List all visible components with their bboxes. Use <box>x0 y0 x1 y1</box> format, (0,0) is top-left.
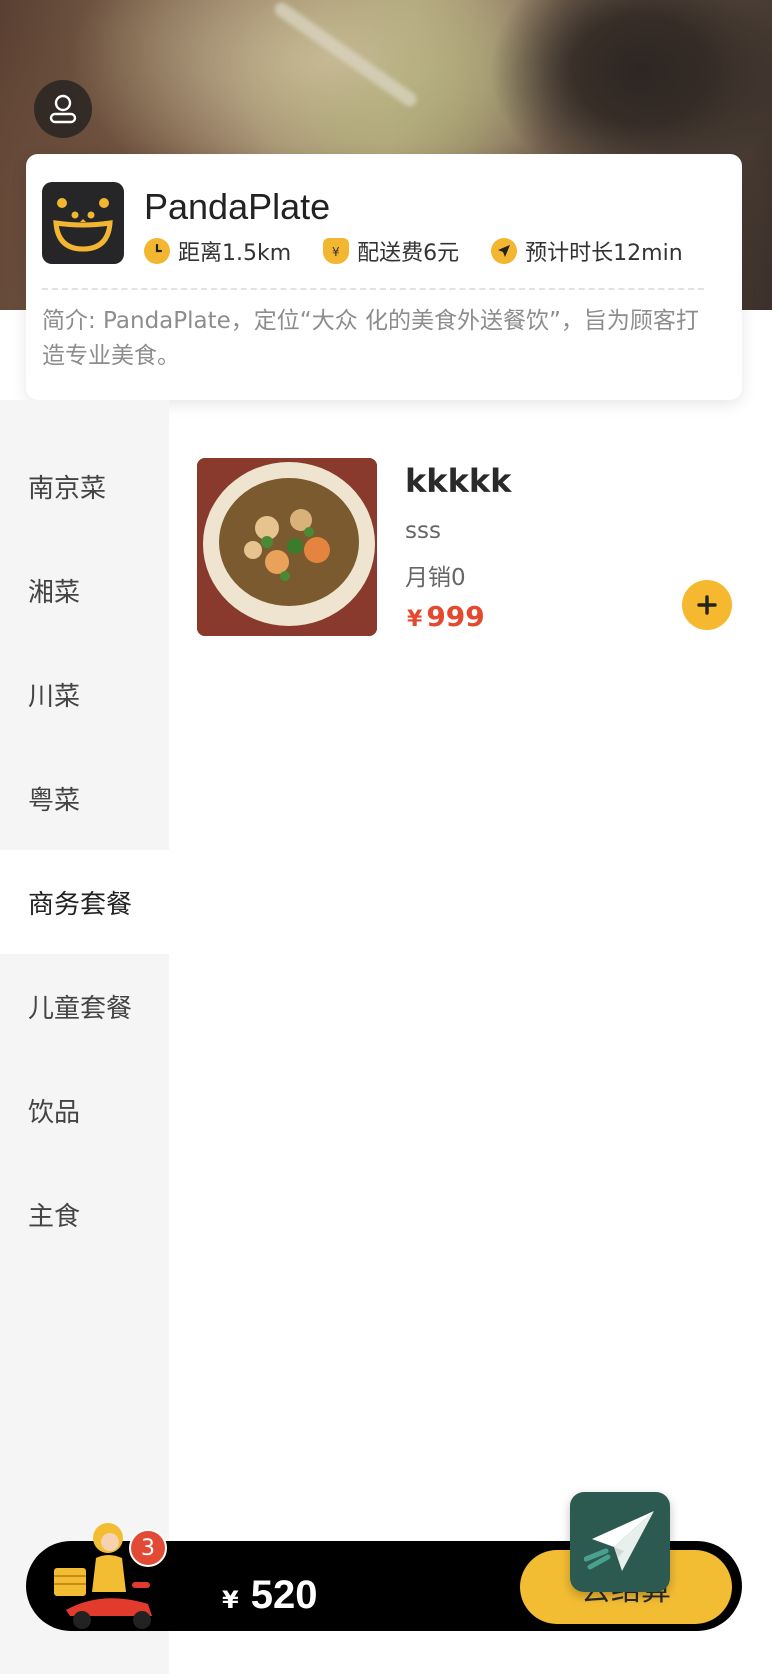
user-button[interactable] <box>34 80 92 138</box>
distance-info: 距离1.5km <box>144 235 291 267</box>
shop-logo <box>42 182 124 264</box>
currency-symbol: ¥ <box>407 607 423 632</box>
category-label: 川菜 <box>28 681 81 712</box>
category-label: 粤菜 <box>28 785 81 816</box>
cart-count-badge: 3 <box>129 1529 167 1567</box>
hero-decoration <box>271 0 420 109</box>
category-label: 主食 <box>28 1201 81 1232</box>
distance-text: 距离1.5km <box>178 241 292 266</box>
category-label: 饮品 <box>28 1097 81 1128</box>
floating-send-button[interactable] <box>570 1492 670 1592</box>
plus-icon <box>697 595 717 615</box>
category-item[interactable]: 饮品 <box>0 1058 169 1162</box>
category-sidebar: 南京菜 湘菜 川菜 粤菜 商务套餐 儿童套餐 饮品 主食 <box>0 400 169 1674</box>
paper-plane-icon <box>584 1511 654 1571</box>
category-item-active[interactable]: 商务套餐 <box>0 850 169 954</box>
dish-monthly-sales: 月销0 <box>405 565 466 591</box>
price-value: 999 <box>426 600 485 633</box>
currency-symbol: ¥ <box>222 1586 239 1614</box>
dish-image <box>197 458 377 636</box>
category-label: 湘菜 <box>28 577 81 608</box>
category-item[interactable]: 南京菜 <box>0 434 169 538</box>
category-item[interactable]: 粤菜 <box>0 746 169 850</box>
cart-total-value: 520 <box>250 1573 318 1617</box>
svg-text:¥: ¥ <box>332 245 340 259</box>
shop-meta-row: 距离1.5km ¥ 配送费6元 预计时长12min <box>144 236 683 266</box>
panda-logo-icon <box>53 198 113 252</box>
delivery-fee-text: 配送费6元 <box>357 241 460 266</box>
user-icon <box>49 94 77 124</box>
category-item[interactable]: 儿童套餐 <box>0 954 169 1058</box>
cart-total: ¥ 520 <box>222 1573 317 1618</box>
category-label: 南京菜 <box>28 473 107 504</box>
category-item[interactable]: 湘菜 <box>0 538 169 642</box>
eta-info: 预计时长12min <box>491 235 683 267</box>
divider <box>42 288 704 290</box>
money-bag-icon: ¥ <box>323 238 350 264</box>
category-label: 商务套餐 <box>28 889 133 920</box>
add-to-cart-button[interactable] <box>682 580 732 630</box>
dish-item[interactable]: kkkkk sss 月销0 ¥ 999 <box>197 458 742 636</box>
dish-name: kkkkk <box>405 462 512 500</box>
category-item[interactable]: 川菜 <box>0 642 169 746</box>
shop-intro: 简介: PandaPlate，定位“大众 化的美食外送餐饮”，旨为顾客打造专业美… <box>42 308 699 369</box>
eta-text: 预计时长12min <box>525 241 683 266</box>
delivery-fee-info: ¥ 配送费6元 <box>323 235 459 267</box>
dish-description: sss <box>405 518 441 544</box>
clock-icon <box>144 238 170 264</box>
dish-price: ¥ 999 <box>407 600 485 633</box>
location-arrow-icon <box>491 238 518 264</box>
category-label: 儿童套餐 <box>28 993 133 1024</box>
shop-info-card: PandaPlate 距离1.5km ¥ 配送费6元 预计时长12min 简介:… <box>26 154 742 400</box>
shop-name: PandaPlate <box>144 186 331 227</box>
category-item[interactable]: 主食 <box>0 1162 169 1266</box>
